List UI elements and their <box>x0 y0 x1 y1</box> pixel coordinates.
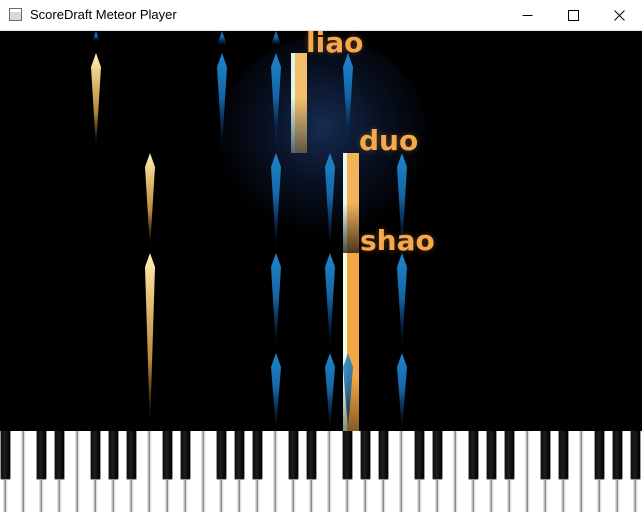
black-key-0[interactable] <box>0 431 11 480</box>
black-key-3[interactable] <box>90 431 101 480</box>
black-key-24[interactable] <box>612 431 623 480</box>
black-key-7[interactable] <box>180 431 191 480</box>
black-key-1[interactable] <box>36 431 47 480</box>
black-key-6[interactable] <box>162 431 173 480</box>
meteor-note <box>325 253 335 349</box>
close-button[interactable] <box>596 0 642 30</box>
black-key-8[interactable] <box>216 431 227 480</box>
window-title: ScoreDraft Meteor Player <box>30 7 177 22</box>
black-key-5[interactable] <box>126 431 137 480</box>
black-key-13[interactable] <box>342 431 353 480</box>
lyric-syllable: shao <box>360 224 435 257</box>
black-key-4[interactable] <box>108 431 119 480</box>
piano-keyboard[interactable] <box>0 431 642 512</box>
meteor-note <box>145 153 155 249</box>
meteor-note <box>397 353 407 431</box>
black-key-17[interactable] <box>432 431 443 480</box>
meteor-note <box>271 31 281 45</box>
black-key-9[interactable] <box>234 431 245 480</box>
black-key-12[interactable] <box>306 431 317 480</box>
black-key-16[interactable] <box>414 431 425 480</box>
black-key-15[interactable] <box>378 431 389 480</box>
black-key-11[interactable] <box>288 431 299 480</box>
meteor-note <box>271 253 281 349</box>
meteor-note <box>325 353 335 431</box>
lyric-syllable: duo <box>359 124 419 157</box>
minimize-button[interactable] <box>504 0 550 30</box>
meteor-note <box>91 31 101 41</box>
active-note-bar <box>343 153 359 253</box>
black-key-14[interactable] <box>360 431 371 480</box>
black-key-10[interactable] <box>252 431 263 480</box>
meteor-note <box>217 31 227 45</box>
meteor-note <box>91 53 101 149</box>
app-window: ScoreDraft Meteor Player liao duo shao <box>0 0 642 512</box>
maximize-icon <box>567 9 579 21</box>
black-key-22[interactable] <box>558 431 569 480</box>
meteor-note <box>145 253 155 429</box>
active-note-bar <box>343 253 359 431</box>
black-key-2[interactable] <box>54 431 65 480</box>
meteor-note <box>397 253 407 349</box>
black-key-25[interactable] <box>630 431 641 480</box>
black-key-21[interactable] <box>540 431 551 480</box>
black-key-19[interactable] <box>486 431 497 480</box>
black-key-20[interactable] <box>504 431 515 480</box>
title-bar[interactable]: ScoreDraft Meteor Player <box>0 0 642 31</box>
minimize-icon <box>522 10 533 21</box>
app-window-icon[interactable] <box>9 8 22 21</box>
meteor-note <box>271 353 281 431</box>
meteor-visualization-area: liao duo shao <box>0 31 642 431</box>
active-note-bar <box>291 53 307 153</box>
black-key-18[interactable] <box>468 431 479 480</box>
black-key-23[interactable] <box>594 431 605 480</box>
close-icon <box>613 9 625 21</box>
lyric-syllable: liao <box>306 31 364 59</box>
maximize-button[interactable] <box>550 0 596 30</box>
